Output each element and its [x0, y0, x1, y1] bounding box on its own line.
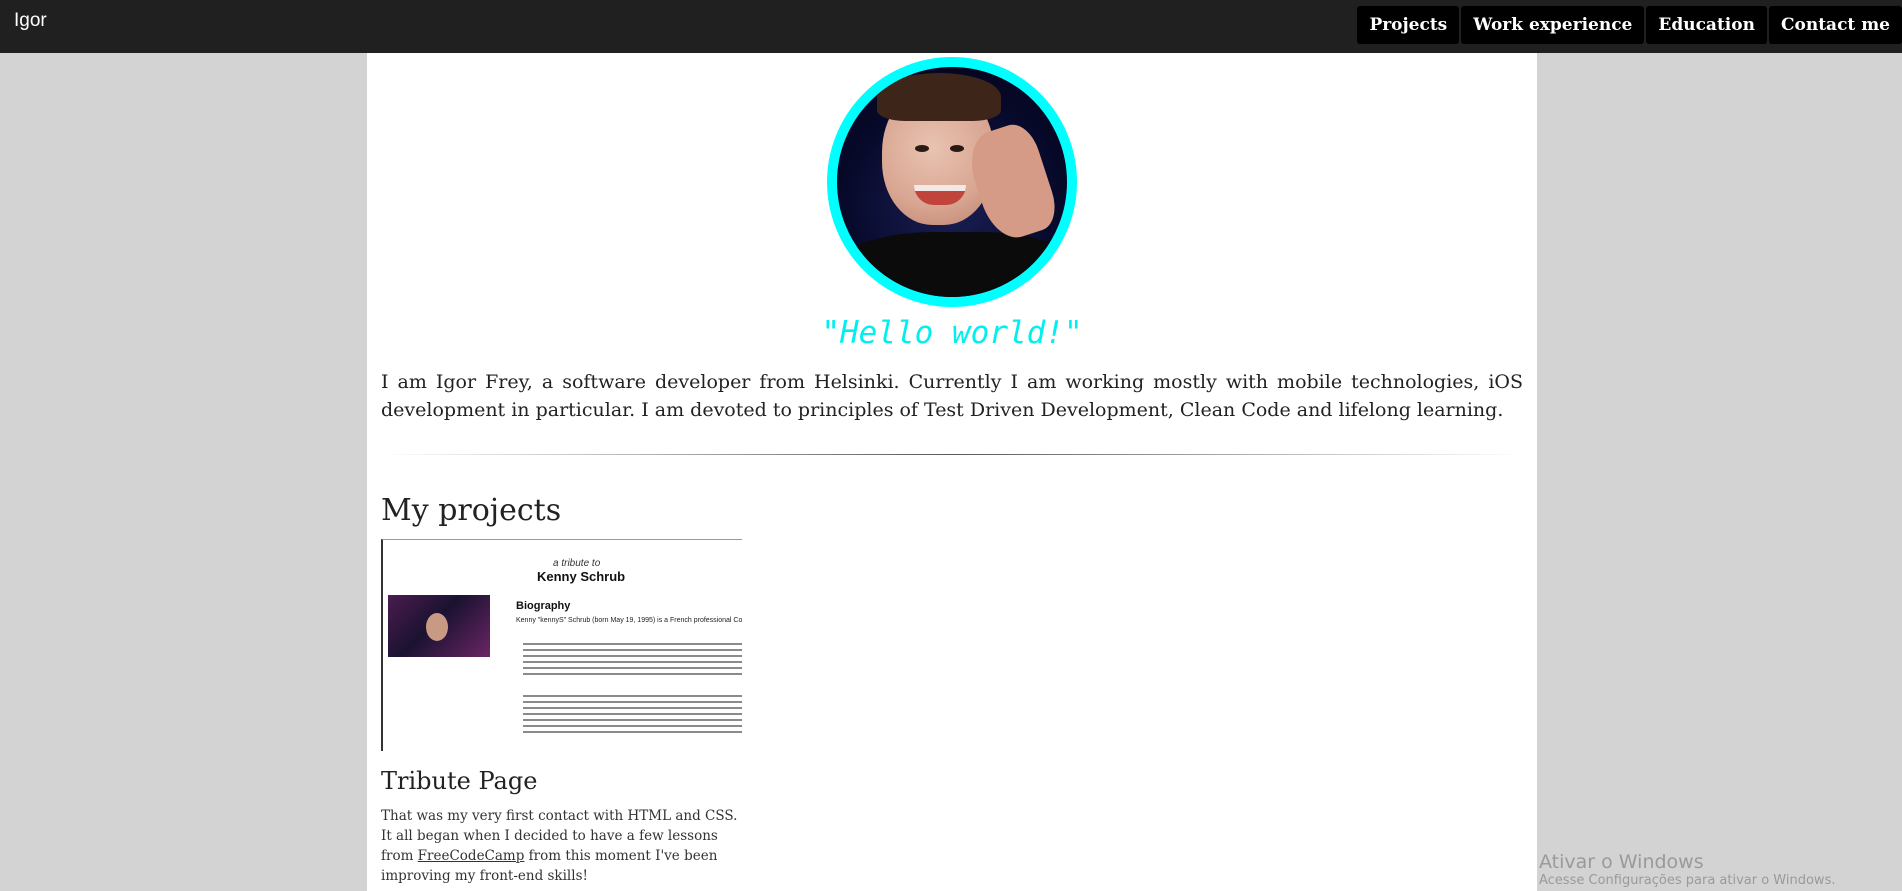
thumb-photo [388, 595, 490, 657]
top-navbar: Igor Projects Work experience Education … [0, 0, 1902, 53]
nav-link-contact-me[interactable]: Contact me [1768, 6, 1902, 44]
project-thumbnail-tribute-page[interactable]: a tribute to Kenny Schrub Biography Kenn… [381, 539, 742, 751]
main-content: "Hello world!" I am Igor Frey, a softwar… [367, 53, 1537, 891]
thumb-person-name: Kenny Schrub [537, 569, 626, 584]
brand-name[interactable]: Igor [14, 10, 47, 32]
thumb-lead-text: Kenny "kennyS" Schrub (born May 19, 1995… [516, 617, 742, 624]
avatar-hair [877, 73, 1001, 121]
nav-link-education[interactable]: Education [1646, 6, 1767, 44]
thumb-biography-heading: Biography [516, 600, 571, 612]
avatar-right-eye [950, 145, 964, 152]
thumb-text-block-1 [523, 643, 742, 679]
thumb-text-block-2 [523, 695, 742, 737]
projects-heading: My projects [381, 493, 562, 528]
avatar-left-eye [915, 145, 929, 152]
freecodecamp-link[interactable]: FreeCodeCamp [418, 848, 525, 864]
section-divider [381, 454, 1523, 455]
nav-link-projects[interactable]: Projects [1357, 6, 1460, 44]
bio-paragraph: I am Igor Frey, a software developer fro… [381, 371, 1523, 421]
project-description: That was my very first contact with HTML… [381, 806, 751, 886]
nav-link-work-experience[interactable]: Work experience [1461, 6, 1645, 44]
main-nav: Projects Work experience Education Conta… [1357, 6, 1902, 44]
watermark-subtitle: Acesse Configurações para ativar o Windo… [1539, 873, 1836, 888]
avatar-shirt [837, 232, 1067, 297]
profile-avatar [827, 57, 1077, 307]
project-title-tribute-page: Tribute Page [381, 767, 538, 795]
windows-activation-watermark: Ativar o Windows Acesse Configurações pa… [1539, 851, 1835, 889]
thumb-tribute-to-text: a tribute to [553, 558, 601, 569]
watermark-title: Ativar o Windows [1539, 851, 1704, 873]
hello-world-quote: "Hello world!" [821, 315, 1083, 351]
